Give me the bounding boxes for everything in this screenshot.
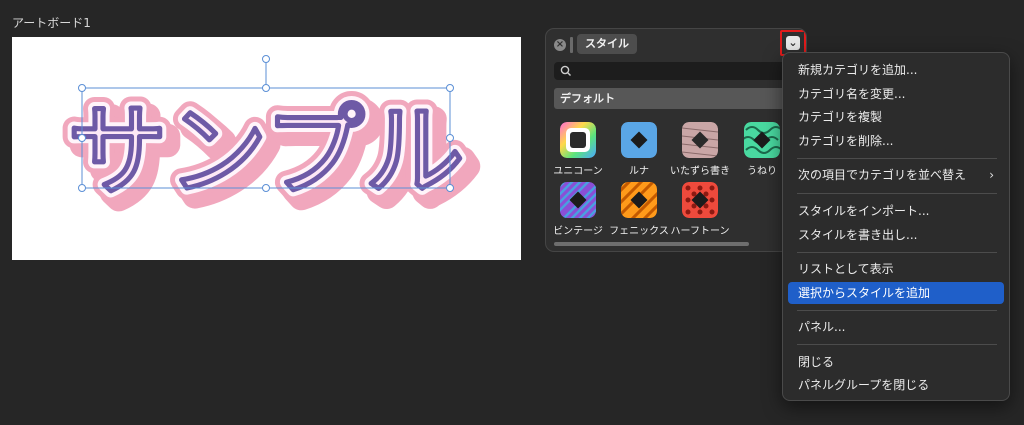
search-input[interactable]	[554, 62, 800, 80]
menu-item-panels[interactable]: パネル...	[788, 316, 1004, 338]
handle-top-right	[446, 84, 454, 92]
menu-divider	[797, 193, 997, 194]
horizontal-scrollbar[interactable]	[554, 242, 749, 246]
doodle-style-icon	[682, 122, 718, 158]
menu-divider	[797, 310, 997, 311]
menu-item-duplicate-category[interactable]: カテゴリを複製	[788, 106, 1004, 128]
sample-text: サンプル	[68, 93, 465, 210]
handle-bottom-center	[262, 184, 270, 192]
menu-item-add-style-from-selection[interactable]: 選択からスタイルを追加	[788, 282, 1004, 304]
menu-item-show-as-list[interactable]: リストとして表示	[788, 258, 1004, 280]
handle-bottom-right	[446, 184, 454, 192]
luna-style-icon	[621, 122, 657, 158]
style-label: ハーフトーン	[670, 226, 730, 237]
artboard-canvas[interactable]: サンプル サンプル サンプル サンプル	[12, 37, 521, 260]
menu-item-add-category[interactable]: 新規カテゴリを追加...	[788, 59, 1004, 81]
app-window: アートボード1 サンプル サンプル サンプル サンプル × スタイル ⌄ デフォ…	[0, 0, 1024, 425]
swirl-style-icon	[744, 122, 780, 158]
tab-styles[interactable]: スタイル	[577, 34, 637, 54]
vintage-style-icon	[560, 182, 596, 218]
halftone-style-icon	[682, 182, 718, 218]
menu-item-label: 次の項目でカテゴリを並べ替え	[798, 168, 967, 182]
styles-panel: × スタイル ⌄ デフォルト ユニコーン ルナ いたずら書き うねり ビンテージ…	[545, 28, 807, 252]
handle-top-center	[262, 84, 270, 92]
chevron-right-icon: ›	[989, 168, 994, 182]
menu-item-close[interactable]: 閉じる	[788, 351, 1004, 373]
artboard-label: アートボード1	[12, 16, 91, 30]
close-icon[interactable]: ×	[554, 39, 566, 51]
unicorn-style-icon	[560, 122, 596, 158]
handle-top-left	[78, 84, 86, 92]
phoenix-style-icon	[621, 182, 657, 218]
chevron-down-icon: ⌄	[786, 36, 800, 50]
menu-item-export-styles[interactable]: スタイルを書き出し...	[788, 224, 1004, 246]
menu-item-import-styles[interactable]: スタイルをインポート...	[788, 200, 1004, 222]
menu-divider	[797, 158, 997, 159]
search-icon	[560, 65, 571, 76]
style-item-halftone[interactable]: ハーフトーン	[664, 182, 736, 242]
menu-divider	[797, 252, 997, 253]
menu-item-sort-categories[interactable]: 次の項目でカテゴリを並べ替え ›	[788, 164, 1004, 186]
handle-middle-right	[446, 134, 454, 142]
menu-divider	[797, 344, 997, 345]
panel-context-menu: 新規カテゴリを追加... カテゴリ名を変更... カテゴリを複製 カテゴリを削除…	[782, 52, 1010, 401]
handle-bottom-left	[78, 184, 86, 192]
menu-item-close-panel-group[interactable]: パネルグループを閉じる	[788, 374, 1004, 396]
category-header[interactable]: デフォルト	[554, 88, 800, 109]
rotate-handle	[262, 55, 270, 63]
handle-middle-left	[78, 134, 86, 142]
panel-grip[interactable]	[570, 37, 573, 53]
menu-item-delete-category[interactable]: カテゴリを削除...	[788, 130, 1004, 152]
sample-text-graphic[interactable]: サンプル サンプル サンプル サンプル	[12, 37, 521, 260]
menu-item-rename-category[interactable]: カテゴリ名を変更...	[788, 83, 1004, 105]
